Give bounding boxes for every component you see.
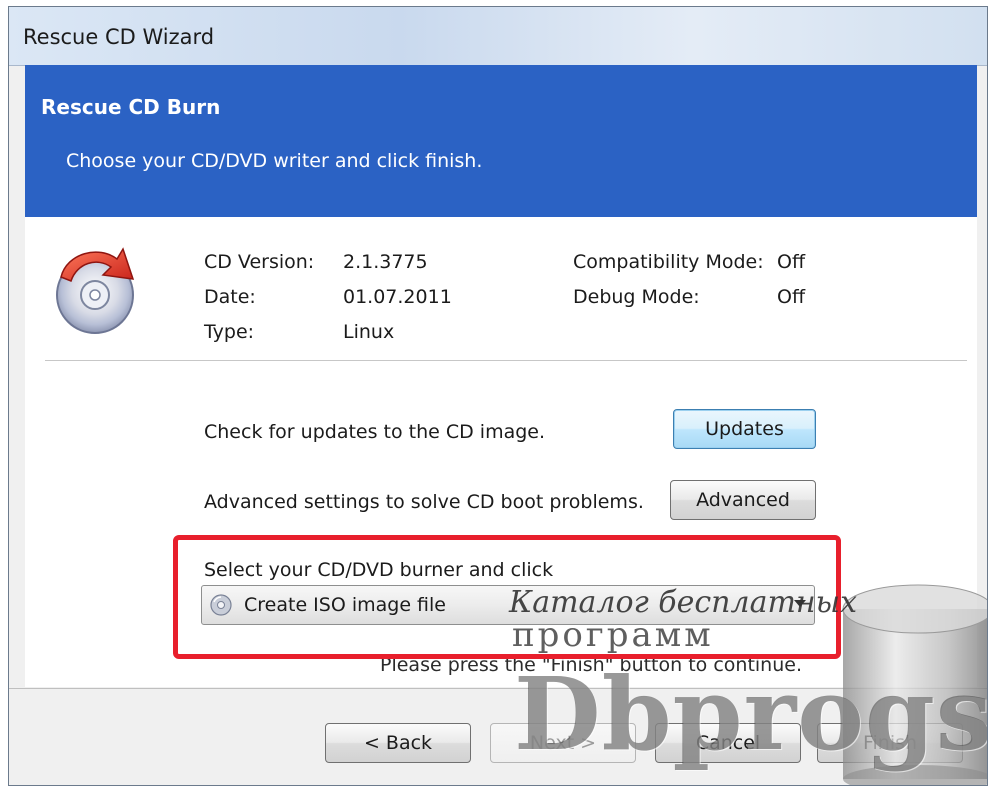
footer-divider (9, 688, 987, 689)
compatibility-mode-label: Compatibility Mode: (573, 251, 764, 273)
cancel-button[interactable]: Cancel (655, 723, 801, 763)
updates-description: Check for updates to the CD image. (204, 421, 546, 443)
compatibility-mode-value: Off (777, 251, 806, 273)
advanced-button[interactable]: Advanced (670, 480, 816, 520)
updates-button[interactable]: Updates (673, 409, 816, 449)
advanced-description: Advanced settings to solve CD boot probl… (204, 491, 644, 513)
wizard-header: Rescue CD Burn Choose your CD/DVD writer… (25, 65, 977, 217)
cd-version-label: CD Version: (204, 251, 315, 273)
debug-mode-label: Debug Mode: (573, 286, 700, 308)
cd-version-value: 2.1.3775 (343, 251, 428, 273)
cd-disc-with-arrow-icon (56, 247, 135, 334)
highlight-annotation-box (173, 535, 841, 659)
next-button[interactable]: Next > (490, 723, 636, 763)
finish-button[interactable]: Finish (817, 723, 963, 763)
back-button[interactable]: < Back (325, 723, 471, 763)
type-label: Type: (204, 321, 255, 343)
date-label: Date: (204, 286, 256, 308)
window-title: Rescue CD Wizard (23, 25, 215, 49)
rescue-cd-wizard-window: Rescue CD Wizard Rescue CD Burn Choose y… (8, 6, 988, 786)
date-value: 01.07.2011 (343, 286, 452, 308)
info-divider (45, 360, 967, 361)
debug-mode-value: Off (777, 286, 806, 308)
title-bar[interactable]: Rescue CD Wizard (9, 7, 987, 66)
type-value: Linux (343, 321, 395, 343)
header-subtitle: Choose your CD/DVD writer and click fini… (66, 150, 483, 172)
header-title: Rescue CD Burn (41, 95, 221, 119)
